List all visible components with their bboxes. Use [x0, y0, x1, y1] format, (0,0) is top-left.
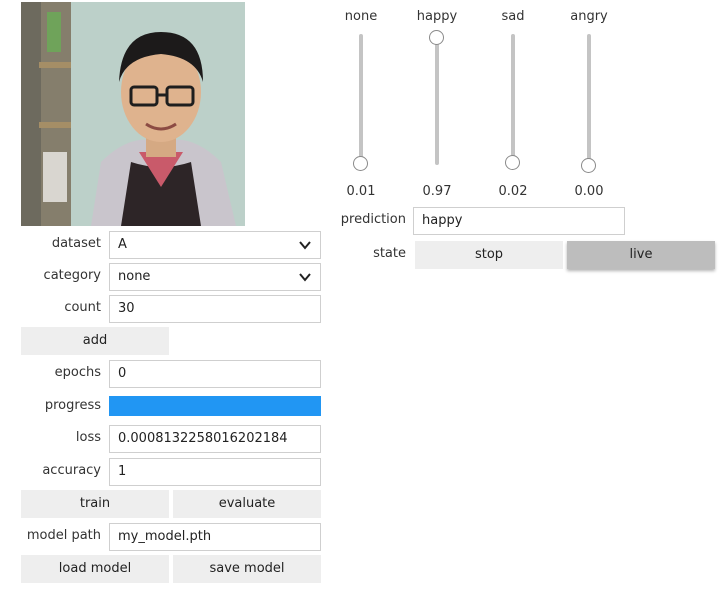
prediction-field[interactable]: happy — [413, 207, 625, 235]
state-stop-button[interactable]: stop — [415, 241, 563, 269]
chevron-down-icon — [299, 273, 311, 282]
save-model-button[interactable]: save model — [173, 555, 321, 583]
chevron-down-icon — [299, 241, 311, 250]
load-model-button[interactable]: load model — [21, 555, 169, 583]
accuracy-input[interactable]: 1 — [109, 458, 321, 486]
evaluate-button[interactable]: evaluate — [173, 490, 321, 518]
dataset-value: A — [118, 237, 127, 252]
slider-value: 0.01 — [346, 184, 376, 199]
camera-image — [21, 2, 245, 226]
slider-handle[interactable] — [581, 157, 596, 173]
slider-value: 0.00 — [574, 184, 604, 199]
slider-track[interactable] — [511, 34, 515, 165]
category-select[interactable]: none — [109, 263, 321, 291]
progress-label: progress — [44, 398, 101, 413]
slider-track[interactable] — [587, 34, 591, 165]
slider-handle[interactable] — [353, 156, 368, 172]
dataset-select[interactable]: A — [109, 231, 321, 259]
add-button[interactable]: add — [21, 327, 169, 355]
state-live-button[interactable]: live — [567, 241, 715, 269]
model-path-label: model path — [26, 528, 101, 543]
model-path-input[interactable]: my_model.pth — [109, 523, 321, 551]
dataset-label: dataset — [51, 236, 101, 251]
slider-label: none — [344, 9, 378, 24]
slider-label: angry — [570, 9, 608, 24]
category-value: none — [118, 269, 151, 284]
progress-fill — [109, 396, 321, 416]
prediction-label: prediction — [340, 212, 406, 227]
slider-handle[interactable] — [505, 154, 520, 170]
epochs-input[interactable]: 0 — [109, 360, 321, 388]
count-input[interactable]: 30 — [109, 295, 321, 323]
slider-track[interactable] — [435, 34, 439, 165]
category-label: category — [43, 268, 101, 283]
accuracy-label: accuracy — [42, 463, 101, 478]
slider-track[interactable] — [359, 34, 363, 165]
progress-bar — [109, 396, 321, 416]
slider-label: happy — [416, 9, 458, 24]
state-label: state — [373, 246, 406, 261]
slider-label: sad — [501, 9, 525, 24]
slider-handle[interactable] — [429, 30, 444, 46]
epochs-label: epochs — [54, 365, 101, 380]
slider-value: 0.97 — [422, 184, 452, 199]
camera-feed — [21, 2, 245, 226]
loss-input[interactable]: 0.0008132258016202184 — [109, 425, 321, 453]
slider-value: 0.02 — [498, 184, 528, 199]
train-button[interactable]: train — [21, 490, 169, 518]
count-label: count — [64, 300, 101, 315]
loss-label: loss — [75, 430, 101, 445]
